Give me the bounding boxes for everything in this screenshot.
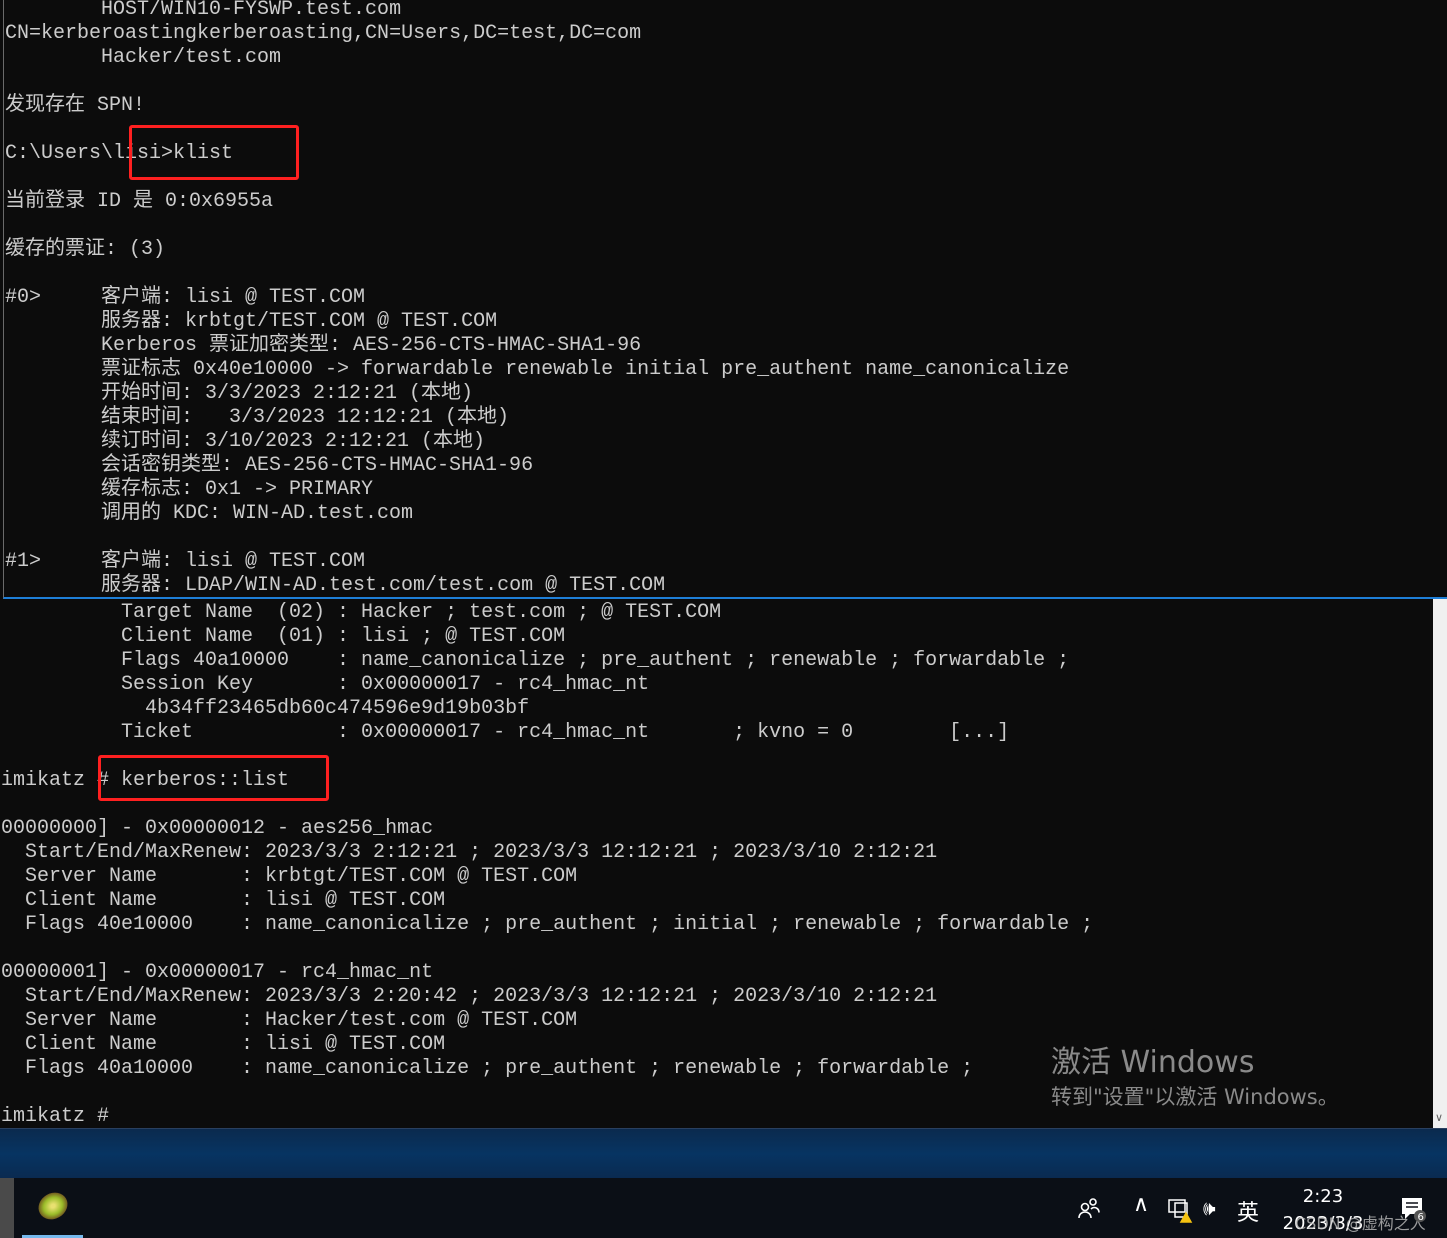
console-line: Server Name : krbtgt/TEST.COM @ TEST.COM [1, 865, 578, 888]
cmd-console-window[interactable]: HOST/WIN10-FYSWP.test.com CN=kerberoastin… [3, 0, 1447, 599]
console-line: 00000000] - 0x00000012 - aes256_hmac [1, 817, 434, 840]
show-hidden-icons-chevron[interactable]: ∧ [1133, 1192, 1149, 1217]
console-line: 续订时间: 3/10/2023 2:12:21 (本地) [5, 430, 486, 453]
clock-time: 2:23 [1302, 1186, 1344, 1207]
scrollbar[interactable]: ∨ [1433, 599, 1447, 1128]
console-line: Hacker/test.com [5, 46, 282, 69]
console-line: 会话密钥类型: AES-256-CTS-HMAC-SHA1-96 [5, 454, 534, 477]
console-line: 缓存的票证: (3) [5, 238, 166, 261]
svg-text:6: 6 [1418, 1212, 1424, 1222]
console-line: Flags 40e10000 : name_canonicalize ; pre… [1, 913, 1094, 936]
console-line: 当前登录 ID 是 0:0x6955a [5, 190, 274, 213]
console-line: Session Key : 0x00000017 - rc4_hmac_nt [1, 673, 650, 696]
network-warning-icon[interactable] [1167, 1197, 1193, 1228]
console-line: 00000001] - 0x00000017 - rc4_hmac_nt [1, 961, 434, 984]
console-line: 结束时间: 3/3/2023 12:12:21 (本地) [5, 406, 510, 429]
chevron-down-icon[interactable]: ∨ [1435, 1111, 1443, 1124]
console-line: Ticket : 0x00000017 - rc4_hmac_nt ; kvno… [1, 721, 1010, 744]
console-line: Target Name (02) : Hacker ; test.com ; @… [1, 601, 722, 624]
console-line: Client Name : lisi @ TEST.COM [1, 889, 446, 912]
taskbar-edge [0, 1178, 14, 1238]
watermark-subtitle: 转到"设置"以激活 Windows。 [1051, 1085, 1339, 1109]
console-line: Server Name : Hacker/test.com @ TEST.COM [1, 1009, 578, 1032]
taskbar-app-mimikatz[interactable] [22, 1178, 83, 1238]
volume-icon[interactable]: 🕪 [1203, 1196, 1216, 1220]
console-output: Target Name (02) : Hacker ; test.com ; @… [1, 601, 1093, 1128]
console-line: 4b34ff23465db60c474596e9d19b03bf [1, 697, 530, 720]
kerberos-list-highlight-box [98, 755, 329, 801]
kiwi-icon [33, 1187, 73, 1225]
console-line: #0> 客户端: lisi @ TEST.COM [5, 286, 366, 309]
console-line: #1> 客户端: lisi @ TEST.COM [5, 550, 366, 573]
console-line: 缓存标志: 0x1 -> PRIMARY [5, 478, 374, 501]
console-line: CN=kerberoastingkerberoasting,CN=Users,D… [5, 22, 642, 45]
console-line: 服务器: LDAP/WIN-AD.test.com/test.com @ TES… [5, 574, 666, 597]
console-output: HOST/WIN10-FYSWP.test.com CN=kerberoastin… [5, 0, 1070, 597]
desktop-background [0, 1128, 1447, 1179]
notification-icon[interactable]: 6 [1400, 1196, 1426, 1227]
activate-windows-watermark: 激活 Windows 转到"设置"以激活 Windows。 [1051, 1044, 1339, 1112]
console-line: Flags 40a10000 : name_canonicalize ; pre… [1, 1057, 974, 1080]
console-line: Start/End/MaxRenew: 2023/3/3 2:20:42 ; 2… [1, 985, 938, 1008]
console-line: Start/End/MaxRenew: 2023/3/3 2:12:21 ; 2… [1, 841, 938, 864]
console-line: Client Name (01) : lisi ; @ TEST.COM [1, 625, 566, 648]
ime-indicator[interactable]: 英 [1237, 1195, 1259, 1227]
console-line: Flags 40a10000 : name_canonicalize ; pre… [1, 649, 1070, 672]
console-line: Kerberos 票证加密类型: AES-256-CTS-HMAC-SHA1-9… [5, 334, 642, 357]
console-line: Client Name : lisi @ TEST.COM [1, 1033, 446, 1056]
klist-highlight-box [129, 125, 299, 180]
console-line: 服务器: krbtgt/TEST.COM @ TEST.COM [5, 310, 498, 333]
console-line: 调用的 KDC: WIN-AD.test.com [5, 502, 414, 525]
people-icon[interactable] [1077, 1196, 1101, 1225]
taskbar: ∧ 🕪 英 2:23 2023/3/3 CSDN @虚构之人 6 [0, 1178, 1447, 1238]
console-line: 票证标志 0x40e10000 -> forwardable renewable… [5, 358, 1070, 381]
console-line: imikatz # [1, 1105, 110, 1128]
console-line: 开始时间: 3/3/2023 2:12:21 (本地) [5, 382, 474, 405]
watermark-title: 激活 Windows [1051, 1045, 1255, 1080]
console-line: HOST/WIN10-FYSWP.test.com [5, 0, 402, 21]
console-line: 发现存在 SPN! [5, 94, 146, 117]
